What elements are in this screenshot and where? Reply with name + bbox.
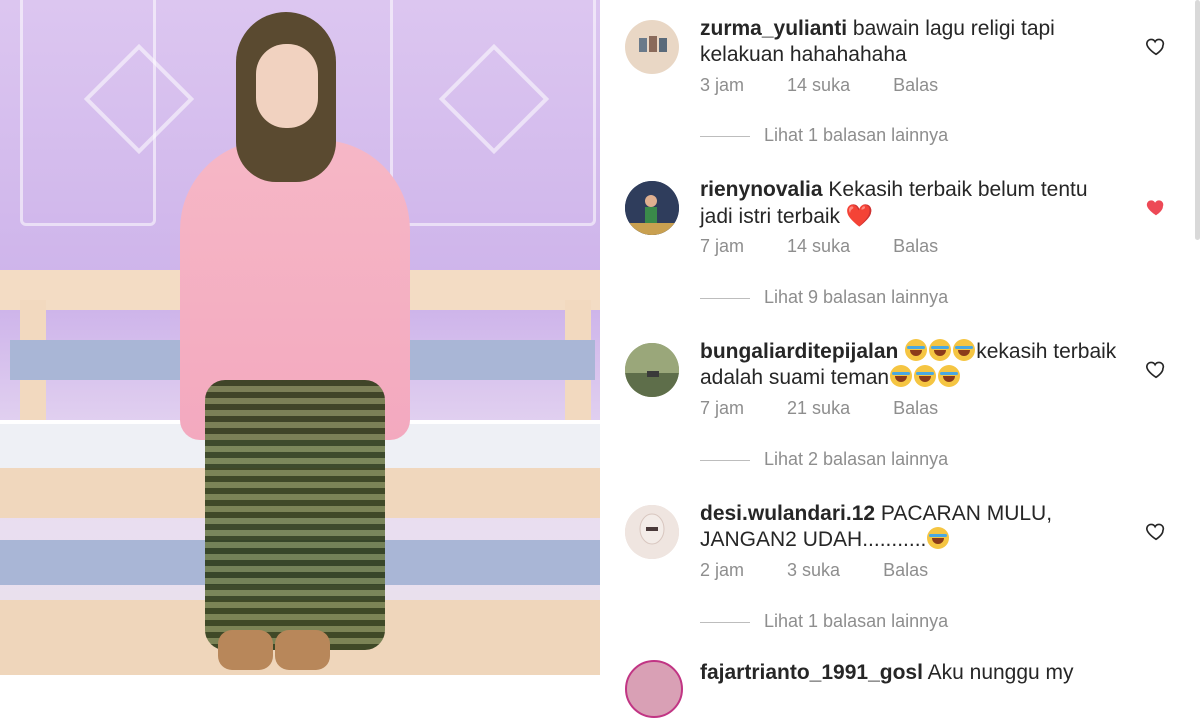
reply-button[interactable]: Balas xyxy=(893,236,938,256)
avatar[interactable] xyxy=(625,20,679,74)
comment-username[interactable]: rienynovalia xyxy=(700,178,823,201)
like-heart-icon[interactable] xyxy=(1145,35,1167,57)
comment-time: 7 jam xyxy=(700,236,745,256)
like-heart-icon[interactable] xyxy=(1145,520,1167,542)
avatar[interactable] xyxy=(625,181,679,235)
comment-meta: 7 jam 14 suka Balas xyxy=(700,236,976,257)
comment-text: Aku nunggu my xyxy=(927,661,1074,684)
red-heart-emoji: ❤️ xyxy=(845,203,874,228)
comment-likes[interactable]: 14 suka xyxy=(787,75,850,95)
comment-meta: 3 jam 14 suka Balas xyxy=(700,75,976,96)
comment-username[interactable]: fajartrianto_1991_gosl xyxy=(700,661,923,684)
laughing-emoji xyxy=(927,527,950,549)
comment-time: 3 jam xyxy=(700,75,745,95)
view-replies[interactable]: Lihat 1 balasan lainnya xyxy=(700,125,948,146)
post-photo xyxy=(0,0,600,675)
comment-username[interactable]: bungaliarditepijalan xyxy=(700,340,898,363)
avatar[interactable] xyxy=(625,505,679,559)
laughing-emoji xyxy=(938,365,961,387)
reply-button[interactable]: Balas xyxy=(893,75,938,95)
comment-meta: 7 jam 21 suka Balas xyxy=(700,398,976,419)
comment-username[interactable]: zurma_yulianti xyxy=(700,17,847,40)
scrollbar[interactable] xyxy=(1195,0,1200,240)
comment-likes[interactable]: 3 suka xyxy=(787,560,840,580)
laughing-emoji xyxy=(890,365,913,387)
comment-username[interactable]: desi.wulandari.12 xyxy=(700,502,875,525)
view-replies[interactable]: Lihat 2 balasan lainnya xyxy=(700,449,948,470)
liked-heart-icon[interactable] xyxy=(1145,196,1167,218)
reply-button[interactable]: Balas xyxy=(883,560,928,580)
laughing-emoji xyxy=(929,339,952,361)
reply-button[interactable]: Balas xyxy=(893,398,938,418)
view-replies[interactable]: Lihat 9 balasan lainnya xyxy=(700,287,948,308)
like-heart-icon[interactable] xyxy=(1145,358,1167,380)
comment-time: 2 jam xyxy=(700,560,745,580)
comment-likes[interactable]: 21 suka xyxy=(787,398,850,418)
laughing-emoji xyxy=(914,365,937,387)
comment-meta: 2 jam 3 suka Balas xyxy=(700,560,966,581)
view-replies[interactable]: Lihat 1 balasan lainnya xyxy=(700,611,948,632)
comment-time: 7 jam xyxy=(700,398,745,418)
avatar[interactable] xyxy=(625,660,683,718)
avatar[interactable] xyxy=(625,343,679,397)
comments-panel: zurma_yulianti bawain lagu religi tapi k… xyxy=(600,0,1200,718)
laughing-emoji xyxy=(905,339,928,361)
laughing-emoji xyxy=(953,339,976,361)
comment-likes[interactable]: 14 suka xyxy=(787,236,850,256)
